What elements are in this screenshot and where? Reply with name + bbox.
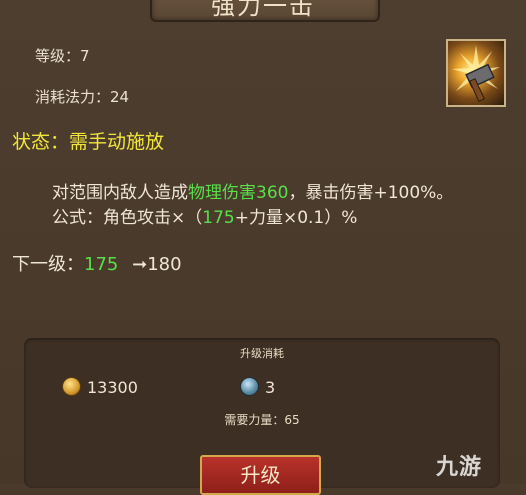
desc-text: ，暴击伤害+100%。 bbox=[288, 183, 454, 203]
status-row: 状态：需手动施放 bbox=[12, 127, 164, 154]
gem-cost: 3 bbox=[240, 377, 275, 397]
upgrade-cost-title: 升级消耗 bbox=[240, 347, 284, 360]
formula-value: 175 bbox=[202, 208, 235, 228]
mana-row: 消耗法力：24 bbox=[35, 86, 129, 107]
gold-coin-icon bbox=[62, 377, 81, 396]
strength-requirement: 需要力量：65 bbox=[24, 411, 500, 428]
next-level-row: 下一级：175 ➞180 bbox=[12, 250, 182, 276]
req-value: 65 bbox=[284, 413, 300, 427]
level-value: 7 bbox=[80, 47, 90, 65]
gold-amount: 13300 bbox=[87, 378, 138, 397]
watermark: 九游 bbox=[436, 455, 483, 480]
formula-text: +力量×0.1）% bbox=[234, 208, 358, 228]
formula-text: 公式：角色攻击×（ bbox=[52, 208, 203, 228]
req-label: 需要力量： bbox=[224, 413, 285, 427]
desc-text: 对范围内敌人造成 bbox=[52, 183, 188, 203]
level-row: 等级：7 bbox=[35, 45, 90, 66]
skill-panel: 强力一击 等级：7 消耗法力：24 状态：需手动施放 对范围内敌人造成物理伤害3… bbox=[0, 0, 526, 495]
upgrade-button[interactable]: 升级 bbox=[200, 455, 321, 495]
mana-value: 24 bbox=[110, 88, 130, 106]
status-value: 需手动施放 bbox=[69, 131, 165, 153]
damage-value: 物理伤害360 bbox=[188, 183, 289, 203]
gem-amount: 3 bbox=[265, 378, 276, 397]
mana-label: 消耗法力： bbox=[35, 88, 111, 106]
next-value: 180 bbox=[147, 254, 182, 275]
skill-title: 强力一击 bbox=[211, 0, 315, 20]
arrow-icon: ➞ bbox=[132, 254, 148, 275]
upgrade-cost-box: 升级消耗 13300 3 需要力量：65 升级 bbox=[24, 338, 500, 495]
gold-cost: 13300 bbox=[62, 377, 138, 397]
level-label: 等级： bbox=[35, 47, 81, 65]
description-line-1: 对范围内敌人造成物理伤害360，暴击伤害+100%。 bbox=[52, 178, 453, 203]
gem-icon bbox=[240, 377, 259, 396]
description-line-2: 公式：角色攻击×（175+力量×0.1）% bbox=[52, 203, 357, 228]
next-level-label: 下一级： bbox=[12, 254, 84, 275]
status-label: 状态： bbox=[12, 131, 70, 153]
hammer-strike-icon[interactable] bbox=[446, 39, 506, 107]
current-value: 175 bbox=[84, 254, 119, 275]
